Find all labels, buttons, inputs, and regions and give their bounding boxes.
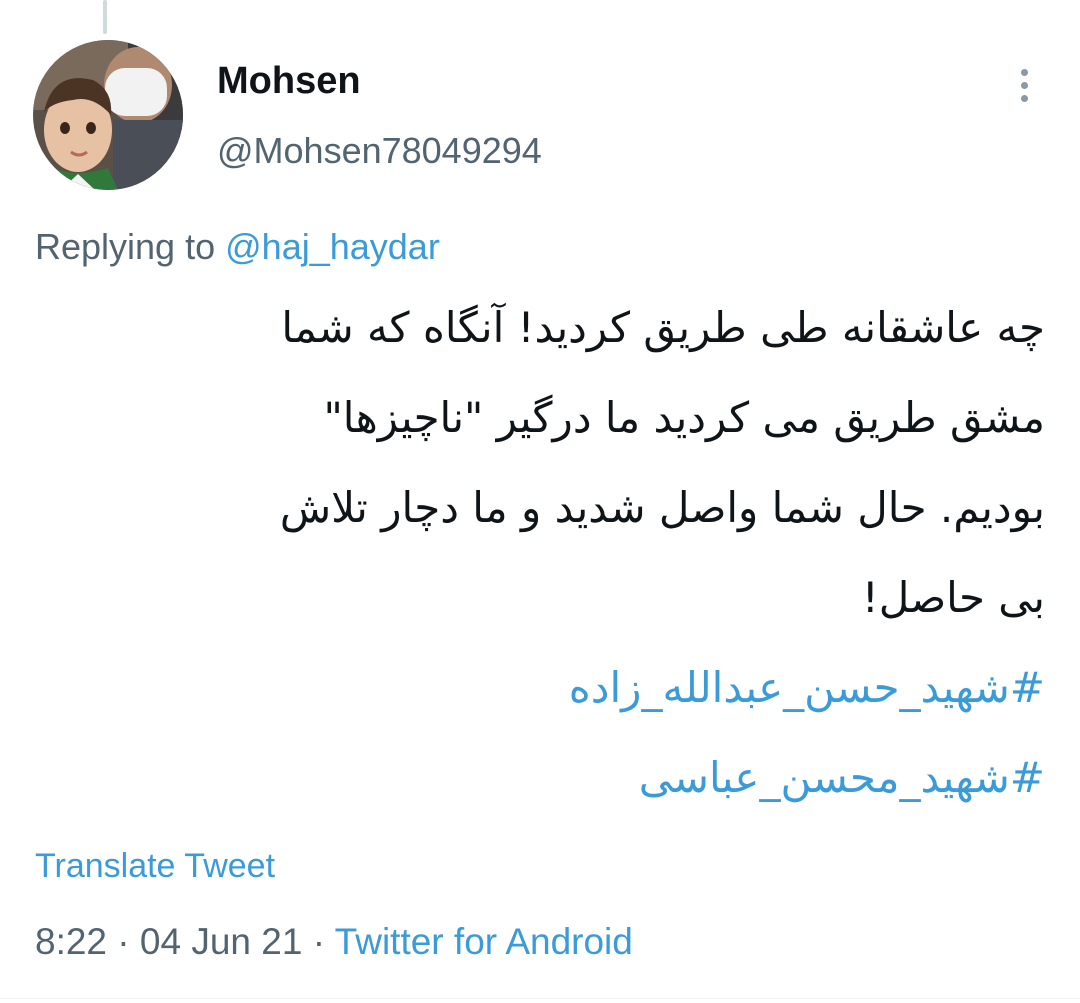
avatar[interactable]	[33, 40, 183, 190]
reply-target-mention[interactable]: @haj_haydar	[225, 226, 440, 267]
more-dot	[1020, 68, 1028, 76]
tweet-meta: 8:22 · 04 Jun 21 · Twitter for Android	[35, 921, 633, 963]
thread-connector-line	[103, 0, 107, 34]
more-dot	[1020, 81, 1028, 89]
more-vertical-icon[interactable]	[1002, 60, 1046, 110]
tweet-text-line: بی حاصل!	[861, 573, 1045, 622]
replying-to: Replying to @haj_haydar	[35, 226, 440, 268]
meta-separator: ·	[117, 921, 130, 962]
tweet-date[interactable]: 04 Jun 21	[140, 921, 303, 962]
replying-to-label: Replying to	[35, 226, 216, 267]
author-handle[interactable]: @Mohsen78049294	[217, 130, 542, 172]
tweet-text-line: چه عاشقانه طی طریق کردید! آنگاه که شما	[281, 303, 1045, 352]
more-dot	[1020, 94, 1028, 102]
tweet-text: چه عاشقانه طی طریق کردید! آنگاه که شما م…	[35, 283, 1045, 823]
hashtag-link[interactable]: #شهید_محسن_عباسی	[35, 733, 1045, 823]
tweet-text-line: بودیم. حال شما واصل شدید و ما دچار تلاش	[279, 483, 1045, 532]
tweet-text-line: مشق طریق می کردید ما درگیر "ناچیزها"	[323, 393, 1045, 442]
hashtag-link[interactable]: #شهید_حسن_عبدالله_زاده	[35, 643, 1045, 733]
translate-tweet-link[interactable]: Translate Tweet	[35, 847, 275, 886]
meta-separator: ·	[312, 921, 326, 962]
tweet-source-link[interactable]: Twitter for Android	[335, 921, 633, 962]
author-display-name[interactable]: Mohsen	[217, 60, 361, 103]
avatar-photo	[33, 40, 183, 190]
tweet-time[interactable]: 8:22	[35, 921, 107, 962]
divider	[0, 998, 1080, 999]
